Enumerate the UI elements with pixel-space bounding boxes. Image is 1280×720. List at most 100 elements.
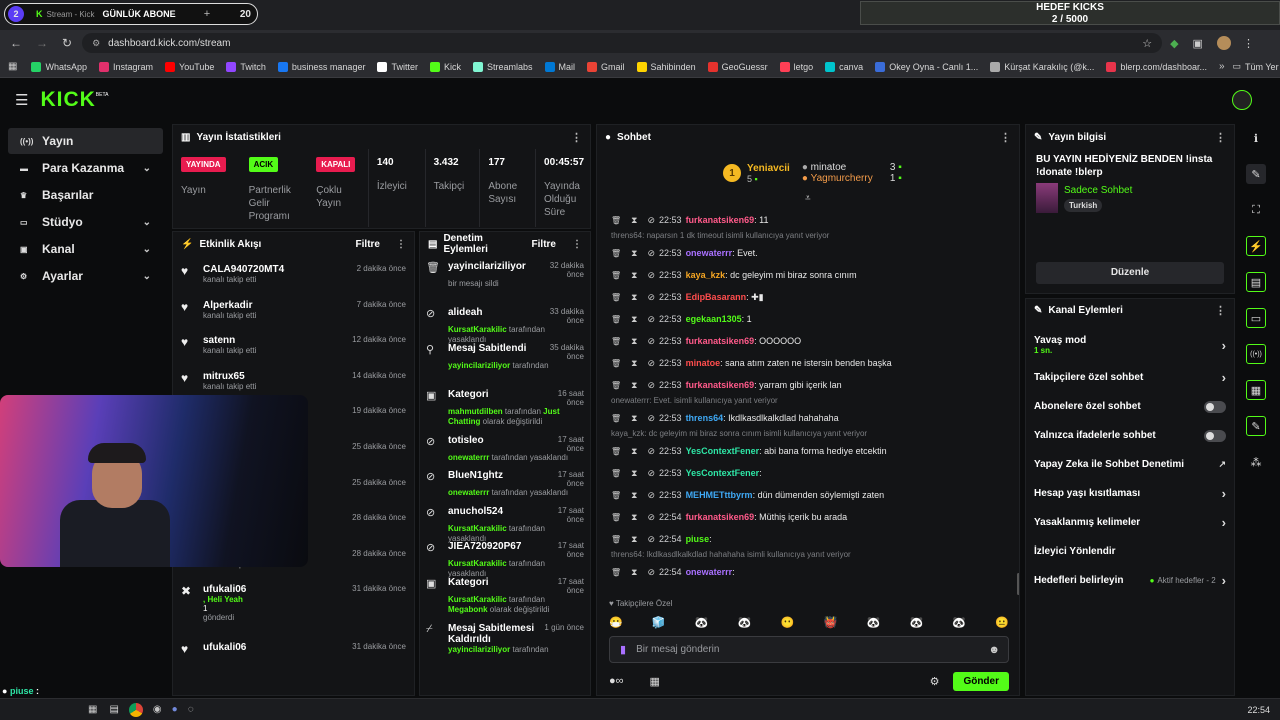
delete-message-icon[interactable]: 🗑 [611,381,621,390]
broadcast-icon[interactable]: ((•)) [1246,344,1266,364]
channel-action-2[interactable]: Abonelere özel sohbet [1026,392,1234,421]
ban-user-icon[interactable]: ⊘ [647,270,655,281]
activity-menu-icon[interactable]: ⋮ [396,239,406,250]
emote-icon[interactable]: 😶 [781,616,795,629]
sidebar-item-5[interactable]: ⚙ Ayarlar ⌄ [8,263,163,289]
chat-input[interactable]: Bir mesaj gönderin [636,644,719,655]
delete-message-icon[interactable]: 🗑 [611,491,621,500]
timeout-icon[interactable]: ⧗ [631,468,637,479]
chat-menu-icon[interactable]: ⋮ [1000,131,1011,144]
moderation-actor[interactable]: KursatKarakilic [448,559,507,568]
chat-username[interactable]: EdipBasarann [686,292,747,302]
channel-action-1[interactable]: Takipçilere özel sohbet › [1026,363,1234,392]
app-icon[interactable]: ◌ [188,704,194,715]
moderation-item[interactable]: ⊘ JIEA720920P67 17 saat önce KursatKarakili… [420,538,590,578]
channel-action-0[interactable]: Yavaş mod 1 sn. › [1026,327,1234,363]
channel-action-5[interactable]: Hesap yaşı kısıtlaması › [1026,479,1234,508]
store-icon[interactable]: ▦ [650,675,660,688]
moderation-item[interactable]: ⊘ anuchol524 17 saat önce KursatKarakilic t… [420,503,590,543]
all-bookmarks-link[interactable]: ▭Tüm Yer İşaretleri [1233,61,1280,72]
emote-icon[interactable]: 😐 [995,616,1009,629]
toggle-switch[interactable] [1204,400,1226,413]
tab-title[interactable]: Stream - Kick [47,10,95,19]
forward-icon[interactable]: → [36,36,48,50]
chat-username[interactable]: minatoe [686,358,721,368]
discord-icon[interactable]: ● [172,704,178,715]
delete-message-icon[interactable]: 🗑 [611,568,621,577]
chat-username[interactable]: egekaan1305 [686,314,742,324]
channel-action-7[interactable]: İzleyici Yönlendir [1026,537,1234,566]
timeout-icon[interactable]: ⧗ [631,270,637,281]
chat-username[interactable]: onewaterrr [686,567,733,577]
bookmark-0[interactable]: WhatsApp [31,61,87,72]
timeout-icon[interactable]: ⧗ [631,248,637,259]
bookmark-16[interactable]: blerp.com/dashboar... [1106,61,1207,72]
chat-username[interactable]: furkanatsiken69 [686,215,755,225]
ban-user-icon[interactable]: ⊘ [647,490,655,501]
bookmark-3[interactable]: Twitch [226,61,266,72]
profile-avatar[interactable] [1216,36,1231,50]
users-icon[interactable]: ⁂ [1246,452,1266,472]
chat-message[interactable]: 🗑 ⧗ ⊘ 22:53 furkanatsiken69: yarram gibi içe… [597,374,1015,396]
chat-username[interactable]: threns64 [686,413,724,423]
leader-3-name[interactable]: Yagmurcherry [811,173,873,184]
category-link[interactable]: Sadece Sohbet [1064,185,1132,196]
delete-message-icon[interactable]: 🗑 [611,271,621,280]
apps-grid-icon[interactable]: ▦ [8,61,17,72]
chat-message[interactable]: 🗑 ⧗ ⊘ 22:53 minatoe: sana atım zaten ne iste… [597,352,1015,374]
delete-message-icon[interactable]: 🗑 [611,359,621,368]
ban-user-icon[interactable]: ⊘ [647,314,655,325]
moderation-item[interactable]: ⊘ BlueN1ghtz 17 saat önce onewaterrr tarafı… [420,467,590,503]
actions-menu-icon[interactable]: ⋮ [1215,304,1226,317]
shield-extension-icon[interactable]: ◆ [1170,37,1178,50]
chat-message[interactable]: 🗑 ⧗ ⊘ 22:53 YesContextFener: [597,462,1015,484]
sidebar-item-3[interactable]: ▭ Stüdyo ⌄ [8,209,163,235]
pencil-icon[interactable]: ✎ [1246,164,1266,184]
moderation-item[interactable]: ⌿ Mesaj Sabitlemesi Kaldırıldı 1 gün önce y… [420,620,590,666]
chat-username[interactable]: YesContextFener [686,468,760,478]
chat-message[interactable]: 🗑 ⧗ ⊘ 22:53 egekaan1305: 1 [597,308,1015,330]
bookmark-4[interactable]: business manager [277,61,365,72]
timeout-icon[interactable]: ⧗ [631,567,637,578]
bolt-icon[interactable]: ⚡ [1246,236,1266,256]
moderation-item[interactable]: ⚲ Mesaj Sabitlendi 35 dakika önce yayincila… [420,340,590,386]
activity-filter-button[interactable]: Filtre [356,239,380,250]
delete-message-icon[interactable]: 🗑 [611,414,621,423]
moderation-actor[interactable]: yayincilariziliyor [448,645,510,654]
moderation-actor[interactable]: onewaterrr [448,488,489,497]
delete-message-icon[interactable]: 🗑 [611,337,621,346]
ban-user-icon[interactable]: ⊘ [647,358,655,369]
delete-message-icon[interactable]: 🗑 [611,216,621,225]
timeout-icon[interactable]: ⧗ [631,446,637,457]
chat-message[interactable]: 🗑 ⧗ ⊘ 22:53 threns64: Ikdlkasdlkalkdlad haha… [597,407,1015,429]
delete-message-icon[interactable]: 🗑 [611,535,621,544]
emote-icon[interactable]: 🐼 [738,616,752,629]
emote-icon[interactable]: 🐼 [952,616,966,629]
sidebar-item-1[interactable]: ▬ Para Kazanma ⌄ [8,155,163,181]
chat-message[interactable]: 🗑 ⧗ ⊘ 22:54 furkanatsiken69: Müthiş içerik b… [597,506,1015,528]
timeout-icon[interactable]: ⧗ [631,413,637,424]
timeout-icon[interactable]: ⧗ [631,314,637,325]
windows-start-icon[interactable]: ▦ [88,704,97,715]
moderation-item[interactable]: ⊘ totisleo 17 saat önce onewaterrr tarafınd… [420,432,590,468]
bookmark-7[interactable]: Streamlabs [472,61,533,72]
microphone-icon[interactable]: ▮ [620,643,626,656]
emoji-icon[interactable]: ☻ [988,644,1000,656]
sidebar-item-4[interactable]: ▣ Kanal ⌄ [8,236,163,262]
moderation-actor[interactable]: KursatKarakilic [448,325,507,334]
chat-username[interactable]: onewaterrr [686,248,733,258]
chat-message[interactable]: 🗑 ⧗ ⊘ 22:54 onewaterrr: [597,561,1015,583]
edit-stream-button[interactable]: Düzenle [1036,262,1224,284]
send-button[interactable]: Gönder [953,671,1009,691]
delete-message-icon[interactable]: 🗑 [611,513,621,522]
chat-message[interactable]: 🗑 ⧗ ⊘ 22:53 onewaterrr: Evet. [597,242,1015,264]
leader-2-name[interactable]: minatoe [811,162,847,173]
chat-settings-icon[interactable]: ⚙ [930,675,940,688]
chat-message[interactable]: 🗑 ⧗ ⊘ 22:53 EdipBasarann: ✚▮ [597,286,1015,308]
url-input[interactable]: dashboard.kick.com/stream [108,38,230,49]
moderation-menu-icon[interactable]: ⋮ [572,239,582,250]
crop-icon[interactable]: ⛶ [1246,200,1266,220]
chat-message[interactable]: 🗑 ⧗ ⊘ 22:53 YesContextFener: abi bana forma … [597,440,1015,462]
chat-username[interactable]: kaya_kzk [686,270,726,280]
activity-item[interactable]: ♥ Alperkadir kanalı takip etti 7 dakika önc… [173,296,414,332]
